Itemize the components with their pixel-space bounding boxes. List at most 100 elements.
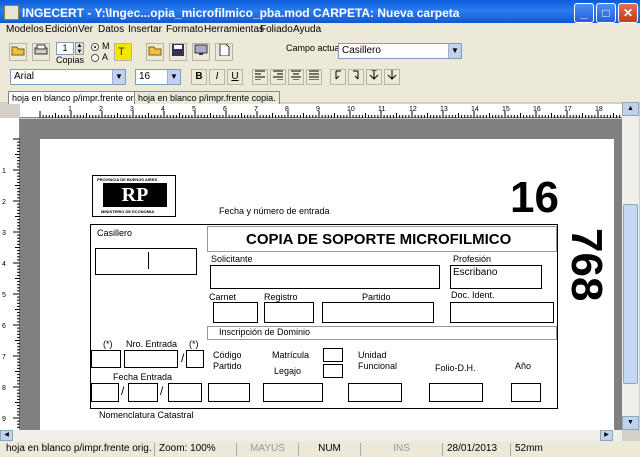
radio-a[interactable] xyxy=(91,54,99,62)
scroll-right-button[interactable]: ▶ xyxy=(600,430,613,441)
casillero-field[interactable] xyxy=(95,248,197,275)
fecha-numero-entrada-label: Fecha y número de entrada xyxy=(219,206,330,216)
italic-button[interactable]: I xyxy=(209,69,225,85)
tab-original[interactable]: hoja en blanco p/impr.frente orig. xyxy=(8,91,148,104)
anio-field[interactable] xyxy=(511,383,541,402)
format-button[interactable]: T xyxy=(114,43,132,61)
status-num: NUM xyxy=(298,443,356,456)
bold-button[interactable]: B xyxy=(191,69,207,85)
status-page: hoja en blanco p/impr.frente orig. xyxy=(6,443,152,454)
scroll-left-button[interactable]: ◀ xyxy=(0,430,13,441)
ruler-top-label: 2 xyxy=(99,106,103,113)
menu-edicion[interactable]: Edición xyxy=(45,24,78,35)
number-16: 16 xyxy=(510,173,559,222)
fecha-dia-field[interactable] xyxy=(91,383,119,402)
legajo-checkbox[interactable] xyxy=(323,364,343,378)
nro-entrada-field[interactable] xyxy=(124,350,178,368)
matricula-legajo-field[interactable] xyxy=(263,383,323,402)
slash-2: / xyxy=(121,384,125,398)
doc-ident-field[interactable] xyxy=(450,302,554,323)
fecha-entrada-label: Fecha Entrada xyxy=(113,372,173,382)
rotate-right-button[interactable] xyxy=(348,69,364,85)
campo-actual-label: Campo actual xyxy=(286,43,342,53)
new-page-button[interactable] xyxy=(215,43,233,61)
menu-herramientas[interactable]: Herramientas xyxy=(204,24,264,35)
minimize-button[interactable]: _ xyxy=(574,3,594,23)
close-button[interactable]: ✕ xyxy=(618,3,638,23)
ruler-left-label: 3 xyxy=(2,230,6,237)
justify-button[interactable] xyxy=(306,69,322,85)
nro-entrada-label: Nro. Entrada xyxy=(126,339,178,349)
nro-entrada-suffix-field[interactable] xyxy=(186,350,204,368)
menu-formato[interactable]: Formato xyxy=(166,24,203,35)
ruler-top-label: 15 xyxy=(502,106,510,113)
toolbar-format: Arial ▼ 16 ▼ B I U xyxy=(0,67,640,89)
copies-spinner[interactable]: ▲ ▼ xyxy=(75,42,84,55)
status-mayus: MAYUS xyxy=(236,443,294,456)
vertical-scrollbar[interactable]: ▲ ▼ xyxy=(622,102,639,430)
ruler-left-label: 5 xyxy=(2,292,6,299)
menu-modelos[interactable]: Modelos xyxy=(6,24,44,35)
matricula-checkbox[interactable] xyxy=(323,348,343,362)
rotate-left-button[interactable] xyxy=(330,69,346,85)
font-select[interactable]: Arial ▼ xyxy=(10,69,126,85)
align-left-button[interactable] xyxy=(252,69,268,85)
star-label-2: (*) xyxy=(189,339,199,349)
campo-actual-select[interactable]: Casillero ▼ xyxy=(338,43,462,59)
printer-icon xyxy=(34,44,48,55)
preview-button[interactable] xyxy=(192,43,210,61)
slash-1: / xyxy=(181,351,185,365)
save-button[interactable] xyxy=(169,43,187,61)
scroll-down-button[interactable]: ▼ xyxy=(622,416,639,430)
registro-label: Registro xyxy=(264,292,298,302)
ruler-top-label: 16 xyxy=(533,106,541,113)
tab-copia[interactable]: hoja en blanco p/impr.frente copia. xyxy=(134,91,280,104)
copies-input[interactable]: 1 xyxy=(56,42,74,55)
toolbar-main: 1 ▲ ▼ Copias M A T Campo actual Casillero… xyxy=(0,39,640,67)
align-right-button[interactable] xyxy=(270,69,286,85)
menu-foliado[interactable]: Foliado xyxy=(260,24,293,35)
rp-logo: PROVINCIA DE BUENOS AIRES RP MINISTERIO … xyxy=(92,175,176,217)
partido2-label: Partido xyxy=(213,361,242,371)
scroll-up-button[interactable]: ▲ xyxy=(622,102,639,116)
radio-m[interactable] xyxy=(91,43,99,51)
profesion-field[interactable]: Escribano xyxy=(450,265,542,289)
ruler-left-label: 4 xyxy=(2,261,6,268)
solicitante-field[interactable] xyxy=(210,265,440,289)
status-mm: 52mm xyxy=(510,443,543,456)
fecha-anio-field[interactable] xyxy=(168,383,202,402)
move-down-button[interactable] xyxy=(366,69,382,85)
menu-ayuda[interactable]: Ayuda xyxy=(293,24,321,35)
ruler-top-label: 3 xyxy=(130,106,134,113)
codigo-partido-field[interactable] xyxy=(208,383,250,402)
maximize-button[interactable]: □ xyxy=(596,3,616,23)
carnet-field[interactable] xyxy=(213,302,258,323)
menu-ver[interactable]: Ver xyxy=(78,24,93,35)
unidad-funcional-field[interactable] xyxy=(348,383,402,402)
ruler-left-label: 1 xyxy=(2,168,6,175)
align-center-button[interactable] xyxy=(288,69,304,85)
ruler-left-label: 8 xyxy=(2,385,6,392)
arrow-down-button[interactable] xyxy=(384,69,400,85)
menu-datos[interactable]: Datos xyxy=(98,24,124,35)
ruler-top-label: 17 xyxy=(564,106,572,113)
solicitante-label: Solicitante xyxy=(211,254,253,264)
size-select[interactable]: 16 ▼ xyxy=(135,69,181,85)
logo-letters: RP xyxy=(103,183,167,207)
folio-field[interactable] xyxy=(429,383,483,402)
partido-field[interactable] xyxy=(322,302,434,323)
scroll-thumb-v[interactable] xyxy=(623,204,638,384)
nro-entrada-prefix-field[interactable] xyxy=(91,350,121,368)
campo-actual-value: Casillero xyxy=(342,45,381,56)
open-folder-button[interactable] xyxy=(9,43,27,61)
menu-insertar[interactable]: Insertar xyxy=(128,24,162,35)
status-bar: hoja en blanco p/impr.frente orig. Zoom:… xyxy=(0,441,640,457)
fecha-mes-field[interactable] xyxy=(128,383,158,402)
print-button[interactable] xyxy=(32,43,50,61)
folio-label: Folio-D.H. xyxy=(435,363,476,373)
ruler-left-label: 6 xyxy=(2,323,6,330)
horizontal-scrollbar[interactable]: ◀ ▶ xyxy=(0,430,622,441)
underline-button[interactable]: U xyxy=(227,69,243,85)
open-button[interactable] xyxy=(146,43,164,61)
registro-field[interactable] xyxy=(264,302,314,323)
